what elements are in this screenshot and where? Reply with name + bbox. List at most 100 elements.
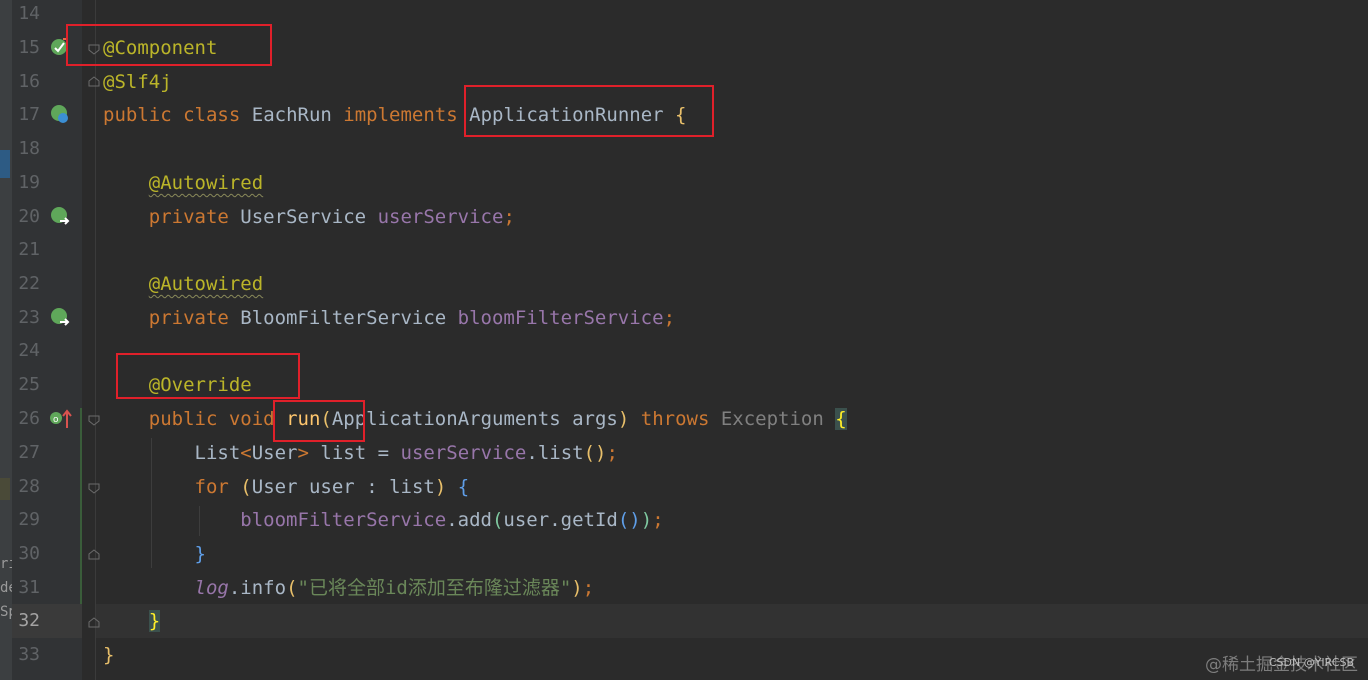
fold-marker-icon[interactable]: [87, 546, 101, 565]
token: =: [377, 442, 390, 464]
code-line[interactable]: 28 for (User user : list) {: [0, 470, 1368, 504]
token: for: [194, 476, 229, 498]
token: EachRun: [251, 104, 332, 126]
highlight-box-run: [273, 400, 365, 442]
token: void: [228, 408, 275, 430]
code-line[interactable]: 33 }: [0, 638, 1368, 672]
token: (): [617, 509, 641, 531]
line-text: log.info("已将全部id添加至布隆过滤器");: [103, 571, 595, 605]
line-text: private UserService userService;: [103, 200, 515, 234]
code-line[interactable]: 21: [0, 233, 1368, 267]
line-number: 23: [18, 307, 40, 328]
token: .: [228, 577, 241, 599]
code-line[interactable]: 23 private BloomFilterService bloomFilte…: [0, 301, 1368, 335]
line-number: 19: [18, 172, 40, 193]
token: <: [240, 442, 252, 464]
token: @Autowired: [148, 172, 264, 194]
line-number: 25: [18, 374, 40, 395]
line-number: 27: [18, 442, 40, 463]
code-line[interactable]: 26 public void run(ApplicationArguments …: [0, 402, 1368, 436]
token: throws: [640, 408, 710, 430]
code-line[interactable]: 31 log.info("已将全部id添加至布隆过滤器");: [0, 571, 1368, 605]
token: ): [640, 509, 653, 531]
token: implements: [343, 104, 458, 126]
line-number: 16: [18, 71, 40, 92]
line-text: private BloomFilterService bloomFilterSe…: [103, 301, 675, 335]
token: (: [240, 476, 252, 498]
line-number: 20: [18, 206, 40, 227]
token: .: [526, 442, 538, 464]
token: args: [572, 408, 618, 430]
highlight-box-component: [66, 24, 272, 66]
token: @Slf4j: [103, 71, 172, 93]
code-line[interactable]: 29 bloomFilterService.add(user.getId());: [0, 503, 1368, 537]
token: userService: [400, 442, 527, 464]
code-line[interactable]: 20 private UserService userService;: [0, 200, 1368, 234]
code-line[interactable]: 18: [0, 132, 1368, 166]
line-number: 26: [18, 408, 40, 429]
token: class: [183, 104, 241, 126]
line-number: 33: [18, 644, 40, 665]
line-number: 18: [18, 138, 40, 159]
token: UserService: [240, 206, 367, 228]
autowired-navigate-icon[interactable]: [49, 306, 71, 328]
token: bloomFilterService: [240, 509, 447, 531]
fold-marker-icon[interactable]: [87, 614, 101, 633]
fold-marker-icon[interactable]: [87, 73, 101, 92]
code-line[interactable]: 32 }: [0, 604, 1368, 638]
token: ApplicationArguments: [331, 408, 561, 430]
token: .: [549, 509, 561, 531]
token: public: [103, 104, 172, 126]
token: .: [446, 509, 458, 531]
line-text: }: [103, 537, 206, 571]
token: list: [537, 442, 584, 464]
token: ;: [663, 307, 676, 329]
fold-marker-icon[interactable]: [87, 412, 101, 431]
token: {: [457, 476, 470, 498]
code-line[interactable]: 19 @Autowired: [0, 166, 1368, 200]
token: ;: [652, 509, 664, 531]
token: log: [194, 577, 229, 599]
token: Exception: [720, 408, 824, 430]
token: list: [320, 442, 367, 464]
fold-marker-icon[interactable]: [87, 480, 101, 499]
override-method-icon[interactable]: o: [48, 408, 74, 430]
autowired-navigate-icon[interactable]: [49, 205, 71, 227]
line-text: @Autowired: [103, 166, 263, 200]
token: private: [148, 206, 229, 228]
token: ;: [582, 577, 595, 599]
line-number: 14: [18, 3, 40, 24]
token: info: [240, 577, 287, 599]
line-number: 32: [18, 610, 40, 631]
line-number: 15: [18, 37, 40, 58]
svg-text:o: o: [53, 415, 59, 425]
token: List: [194, 442, 241, 464]
code-line[interactable]: 22 @Autowired: [0, 267, 1368, 301]
token: list: [389, 476, 435, 498]
token: ;: [606, 442, 618, 464]
line-number: 29: [18, 509, 40, 530]
token: user: [503, 509, 550, 531]
token: user: [308, 476, 355, 498]
line-number: 28: [18, 476, 40, 497]
token: public: [148, 408, 218, 430]
token: @Autowired: [148, 273, 264, 295]
code-line[interactable]: 30 }: [0, 537, 1368, 571]
token: add: [457, 509, 492, 531]
line-number: 21: [18, 239, 40, 260]
line-number: 22: [18, 273, 40, 294]
token: private: [148, 307, 229, 329]
token: ): [434, 476, 447, 498]
code-editor[interactable]: ri de Sp 14 15 @Component 16 @Slf4j 17 p…: [0, 0, 1368, 680]
line-number: 17: [18, 104, 40, 125]
token: }: [103, 644, 115, 666]
line-text: @Slf4j: [103, 65, 172, 99]
token: userService: [377, 206, 504, 228]
code-line[interactable]: 27 List<User> list = userService.list();: [0, 436, 1368, 470]
token: }: [148, 610, 161, 632]
line-number: 31: [18, 577, 40, 598]
spring-bean-icon[interactable]: [49, 103, 71, 125]
token: (): [583, 442, 607, 464]
token: ;: [503, 206, 515, 228]
token: :: [366, 476, 378, 498]
